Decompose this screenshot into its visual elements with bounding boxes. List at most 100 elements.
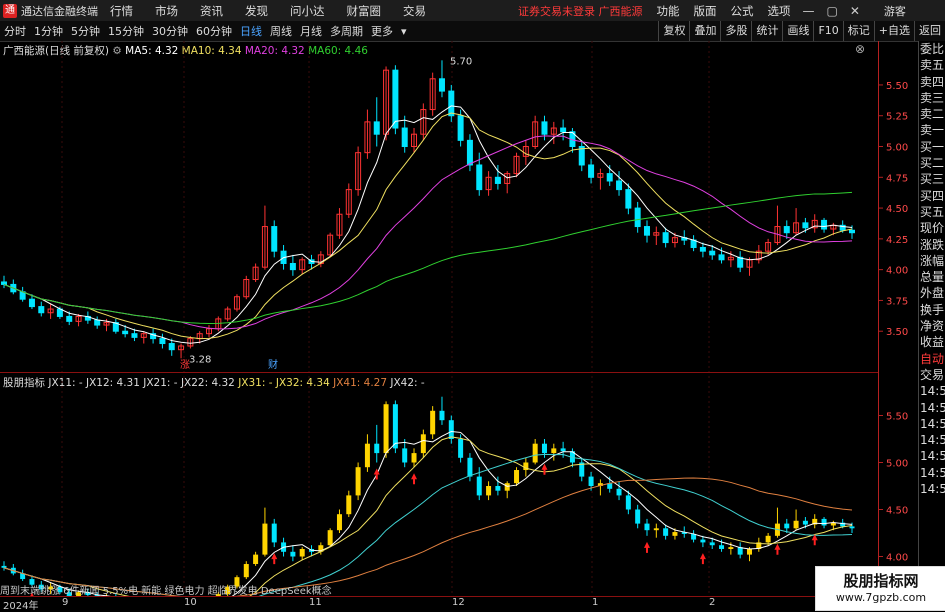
candle-body: [1, 281, 7, 285]
indicator-body: [514, 470, 520, 484]
guest-label[interactable]: 游客: [884, 3, 906, 19]
sidebar-item-18[interactable]: 收益: [919, 334, 945, 350]
indicator-body: [560, 448, 566, 452]
sidebar-item-19[interactable]: 自动: [919, 351, 945, 367]
kline-chart[interactable]: 5.70 3.28 涨 财: [0, 0, 878, 596]
indicator-body: [616, 488, 622, 496]
sidebar-item-12[interactable]: 涨跌: [919, 237, 945, 253]
indicator-body: [635, 509, 641, 524]
indicator-body: [420, 434, 426, 454]
jx20-line: [3, 453, 853, 596]
indicator-body: [793, 520, 799, 529]
candle-body: [606, 173, 613, 182]
buy-arrow-icon: [774, 543, 781, 555]
ma5-line: [3, 105, 853, 344]
sidebar-item-2[interactable]: 卖四: [919, 74, 945, 90]
event-tag-up[interactable]: 涨: [180, 359, 190, 371]
candle-body: [159, 338, 166, 345]
axis-label-upper: 4.00: [886, 266, 908, 277]
indicator-body: [355, 467, 361, 496]
back-button[interactable]: 返回: [914, 21, 945, 41]
ma20-line: [3, 135, 853, 330]
indicator-body: [746, 548, 752, 555]
sidebar-item-5[interactable]: 卖一: [919, 122, 945, 138]
candle-body: [66, 315, 73, 322]
sidebar-item-24[interactable]: 14:56: [919, 432, 945, 448]
sidebar-item-7[interactable]: 买二: [919, 155, 945, 171]
sidebar-item-3[interactable]: 卖三: [919, 90, 945, 106]
low-price-label: 3.28: [189, 354, 211, 365]
candle-body: [38, 306, 45, 314]
price-axis: 5.50 5.25 5.00 4.75 4.50 4.25 4.00 3.75 3.50 5.50…: [878, 41, 919, 593]
indicator-body: [262, 523, 268, 555]
buy-arrow-icon: [541, 463, 548, 475]
date-label-sep: 9: [62, 597, 69, 608]
sidebar-item-16[interactable]: 换手: [919, 302, 945, 318]
indicator-body: [271, 523, 277, 543]
indicator-body: [495, 486, 501, 491]
sidebar-item-25[interactable]: 14:56: [919, 448, 945, 464]
sidebar-item-10[interactable]: 买五: [919, 204, 945, 220]
indicator-body: [411, 453, 417, 463]
sidebar-item-20[interactable]: 交易: [919, 367, 945, 383]
indicator-body: [719, 545, 725, 549]
sidebar-item-6[interactable]: 买一: [919, 139, 945, 155]
sidebar-item-15[interactable]: 外盘: [919, 285, 945, 301]
sidebar-item-1[interactable]: 卖五: [919, 57, 945, 73]
indicator-body: [448, 420, 454, 439]
candle-body: [699, 246, 706, 252]
sidebar-item-14[interactable]: 总量: [919, 269, 945, 285]
sidebar-item-4[interactable]: 卖二: [919, 106, 945, 122]
axis-label-upper: 4.75: [886, 173, 908, 184]
indicator-body: [290, 551, 296, 557]
news-ticker[interactable]: 周到末端跳涨 6件新闻 5.5%电 新能 绿色电力 超临界发电 DeepSeek…: [0, 582, 740, 597]
indicator-body: [364, 443, 370, 468]
buy-arrow-icon: [411, 473, 418, 485]
date-label-nov: 11: [309, 597, 322, 608]
candle-body: [448, 90, 455, 117]
candle-body: [494, 176, 501, 184]
add-watchlist-button[interactable]: +自选: [873, 21, 914, 41]
jx10-line: [3, 436, 853, 596]
date-label-dec: 12: [452, 597, 465, 608]
candle-body: [783, 226, 790, 234]
sidebar-item-21[interactable]: 14:56: [919, 383, 945, 399]
sidebar-item-26[interactable]: 14:56: [919, 465, 945, 481]
sidebar-item-17[interactable]: 净资: [919, 318, 945, 334]
site-watermark: 股朋指标网 www.7gpzb.com: [815, 566, 945, 611]
candle-body: [541, 121, 548, 135]
indicator-body: [663, 528, 669, 536]
watermark-url: www.7gpzb.com: [835, 591, 927, 604]
indicator-body: [504, 483, 510, 491]
sidebar-item-22[interactable]: 14:56: [919, 400, 945, 416]
candle-body: [625, 189, 632, 209]
indicator-body: [625, 495, 631, 510]
axis-label-upper: 5.50: [886, 81, 908, 92]
sidebar-item-27[interactable]: 14:56: [919, 481, 945, 497]
candle-body: [271, 226, 278, 252]
ma10-line: [3, 112, 853, 340]
date-label-jan: 1: [592, 597, 599, 608]
candle-body: [373, 121, 380, 135]
buy-arrow-icon: [643, 541, 650, 553]
candle-body: [168, 343, 175, 351]
sidebar-item-0[interactable]: 委比: [919, 41, 945, 57]
sidebar-item-11[interactable]: 现价: [919, 220, 945, 236]
candle-body: [643, 226, 650, 236]
indicator-body: [253, 554, 259, 565]
candle-body: [476, 164, 483, 191]
event-tag-finance[interactable]: 财: [268, 358, 278, 371]
sidebar-item-13[interactable]: 涨幅: [919, 253, 945, 269]
buy-arrow-icon: [811, 534, 818, 546]
sidebar-item-23[interactable]: 14:56: [919, 416, 945, 432]
candle-body: [821, 219, 828, 230]
candle-body: [122, 330, 129, 335]
panel-divider: [0, 372, 878, 373]
axis-label-upper: 5.00: [886, 143, 908, 154]
sidebar-item-9[interactable]: 买四: [919, 188, 945, 204]
candle-body: [466, 139, 473, 166]
indicator-body: [532, 443, 538, 463]
sidebar-item-8[interactable]: 买三: [919, 171, 945, 187]
indicator-body: [243, 564, 249, 578]
indicator-body: [1, 565, 7, 568]
